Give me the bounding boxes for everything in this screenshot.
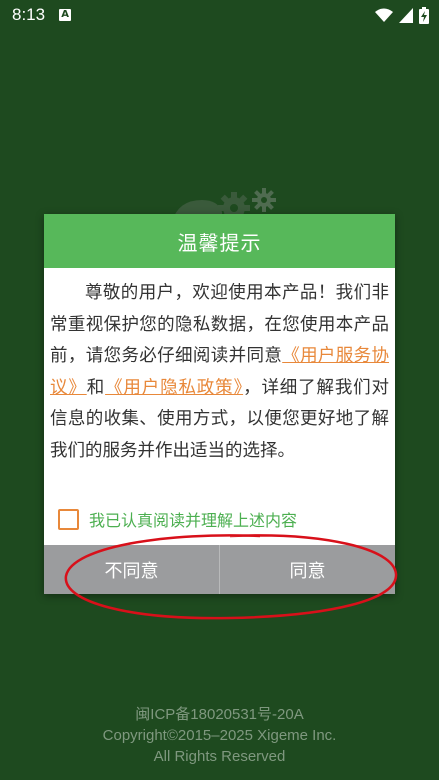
status-icons bbox=[375, 7, 429, 24]
battery-icon bbox=[419, 7, 429, 24]
dialog-message-and: 和 bbox=[86, 377, 106, 398]
dialog-message: 尊敬的用户，欢迎使用本产品！我们非常重视保护您的隐私数据，在您使用本产品前，请您… bbox=[44, 268, 395, 467]
disagree-button[interactable]: 不同意 bbox=[44, 545, 220, 594]
agree-checkbox[interactable] bbox=[58, 508, 79, 530]
dialog-button-bar: 不同意 同意 bbox=[44, 545, 395, 594]
copyright-text: Copyright©2015–2025 Xigeme Inc. bbox=[102, 727, 337, 744]
agree-checkbox-label[interactable]: 我已认真阅读并理解上述内容 bbox=[89, 507, 297, 531]
agree-button[interactable]: 同意 bbox=[220, 545, 395, 594]
signal-icon bbox=[399, 8, 413, 23]
agree-checkbox-row[interactable]: 我已认真阅读并理解上述内容 bbox=[58, 507, 297, 531]
status-bar: 8:13 A bbox=[0, 0, 439, 30]
status-time: 8:13 bbox=[12, 5, 46, 24]
privacy-policy-link[interactable]: 《用户隐私政策》 bbox=[105, 378, 243, 398]
rights-text: All Rights Reserved bbox=[153, 748, 286, 765]
icp-number: 闽ICP备18020531号-20A bbox=[135, 706, 304, 723]
footer: 闽ICP备18020531号-20A Copyright©2015–2025 X… bbox=[0, 704, 439, 767]
dialog-title: 温馨提示 bbox=[44, 214, 395, 268]
wifi-icon bbox=[375, 8, 393, 22]
notification-app-icon: A bbox=[59, 9, 72, 21]
privacy-dialog: 温馨提示 尊敬的用户，欢迎使用本产品！我们非常重视保护您的隐私数据，在您使用本产… bbox=[44, 214, 395, 594]
